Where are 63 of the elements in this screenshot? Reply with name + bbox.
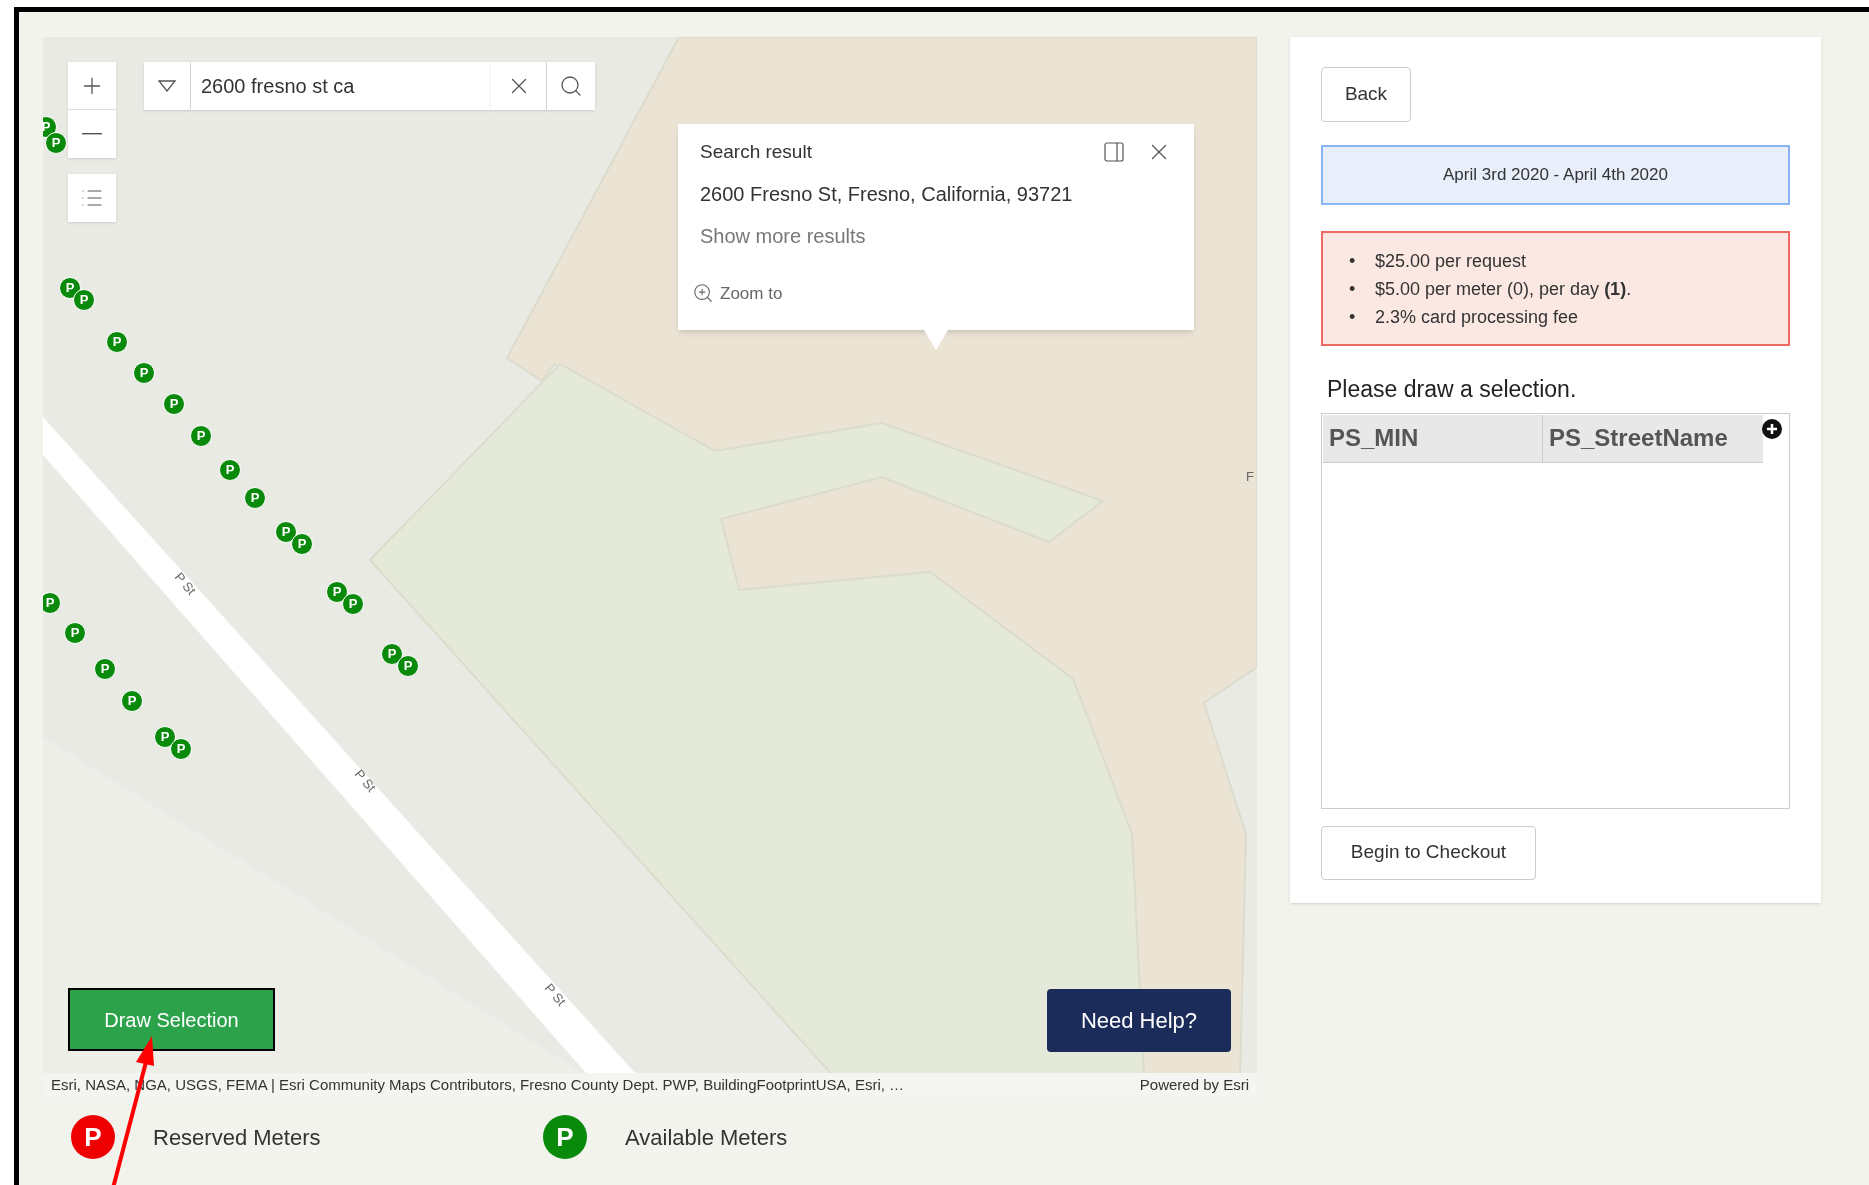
parking-marker[interactable]: P bbox=[219, 459, 241, 481]
panel-icon bbox=[1102, 140, 1126, 165]
street-label: P St bbox=[540, 979, 570, 1011]
parking-marker[interactable]: P bbox=[59, 277, 81, 299]
zoom-in-icon bbox=[692, 282, 714, 305]
street-label: F bbox=[1246, 468, 1254, 486]
column-header[interactable]: PS_StreetName bbox=[1543, 414, 1763, 462]
search-icon bbox=[559, 74, 583, 98]
parking-marker[interactable]: P bbox=[133, 362, 155, 384]
source-dropdown-button[interactable] bbox=[144, 62, 191, 110]
street-label: P St bbox=[170, 568, 200, 600]
parking-marker[interactable]: P bbox=[154, 726, 176, 748]
popup-address: 2600 Fresno St, Fresno, California, 93721 bbox=[700, 181, 1074, 207]
checkout-button[interactable]: Begin to Checkout bbox=[1321, 825, 1536, 880]
fee-item: 2.3% card processing fee bbox=[1375, 305, 1579, 329]
legend-label: Reserved Meters bbox=[153, 1123, 321, 1152]
clear-button[interactable] bbox=[491, 62, 547, 110]
powered-by-text: Powered by Esri bbox=[1139, 1074, 1249, 1095]
selection-prompt: Please draw a selection. bbox=[1327, 375, 1578, 404]
zoom-in-button[interactable] bbox=[68, 62, 116, 110]
draw-selection-button[interactable]: Draw Selection bbox=[68, 988, 275, 1051]
parking-marker[interactable]: P bbox=[275, 521, 297, 543]
legend-label: Available Meters bbox=[625, 1123, 788, 1152]
bullet: • bbox=[1349, 249, 1357, 273]
search-field[interactable]: 2600 fresno st ca bbox=[191, 62, 491, 110]
parking-marker[interactable]: P bbox=[170, 738, 192, 760]
popup-title: Search result bbox=[700, 140, 812, 164]
map[interactable]: P St P St P St F P P P P P P P P P P P P P P P P P P P P P P 2600 fresno st ca Search result 2600 Fresno St, Fresno, California, 93721 Show more results Zoom to Draw Selection Need Help? bbox=[43, 37, 1257, 1073]
need-help-button[interactable]: Need Help? bbox=[1047, 989, 1231, 1052]
minus-icon bbox=[82, 133, 102, 135]
fee-item: $5.00 per meter (0), per day (1). bbox=[1375, 277, 1632, 301]
caret-icon bbox=[158, 80, 176, 92]
back-button[interactable]: Back bbox=[1321, 67, 1411, 122]
parking-legend-icon: P bbox=[543, 1115, 587, 1159]
parking-marker[interactable]: P bbox=[45, 132, 67, 154]
search-button[interactable] bbox=[547, 62, 595, 110]
dock-button[interactable] bbox=[1102, 140, 1126, 165]
zoom-to-link[interactable]: Zoom to bbox=[692, 280, 783, 306]
add-column-icon[interactable] bbox=[1762, 418, 1782, 439]
parking-marker[interactable]: P bbox=[121, 690, 143, 712]
show-more-link[interactable]: Show more results bbox=[700, 220, 866, 251]
parking-marker[interactable]: P bbox=[163, 393, 185, 415]
parking-marker[interactable]: P bbox=[43, 592, 61, 614]
date-range-text: April 3rd 2020 - April 4th 2020 bbox=[1443, 164, 1668, 187]
parking-marker[interactable]: P bbox=[94, 658, 116, 680]
column-header[interactable]: PS_MIN bbox=[1323, 414, 1543, 462]
parking-marker[interactable]: P bbox=[381, 643, 403, 665]
parking-legend-icon: P bbox=[71, 1115, 115, 1159]
street-label: P St bbox=[350, 765, 380, 797]
bullet: • bbox=[1349, 277, 1357, 301]
parking-marker[interactable]: P bbox=[397, 655, 419, 677]
parking-marker[interactable]: P bbox=[244, 487, 266, 509]
parking-marker[interactable]: P bbox=[342, 593, 364, 615]
popup-pointer bbox=[924, 330, 948, 350]
layer-list-button[interactable] bbox=[68, 174, 116, 222]
parking-marker[interactable]: P bbox=[106, 331, 128, 353]
bullet: • bbox=[1349, 305, 1357, 329]
parking-marker[interactable]: P bbox=[73, 289, 95, 311]
parking-marker[interactable]: P bbox=[64, 622, 86, 644]
parking-marker[interactable]: P bbox=[190, 425, 212, 447]
parking-marker[interactable]: P bbox=[326, 581, 348, 603]
parking-marker[interactable]: P bbox=[291, 533, 313, 555]
fee-item: $25.00 per request bbox=[1375, 249, 1527, 273]
